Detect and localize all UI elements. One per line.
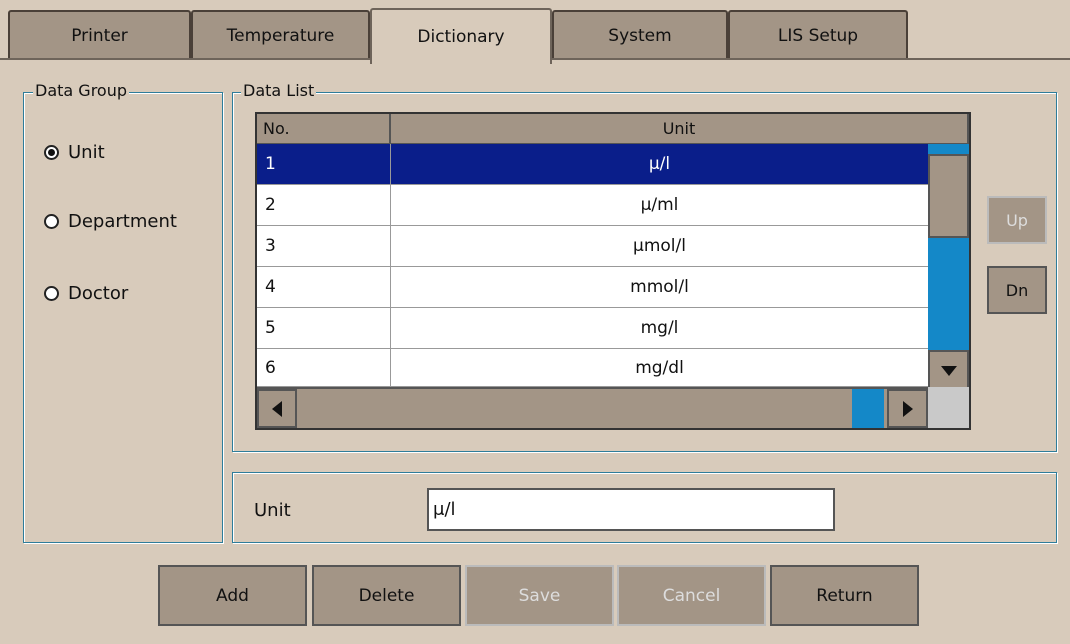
cell-unit: mmol/l xyxy=(630,277,689,297)
cell-no: 2 xyxy=(257,185,391,225)
scroll-down-button[interactable] xyxy=(928,350,969,392)
scroll-left-button[interactable] xyxy=(257,389,297,428)
horizontal-scrollbar[interactable] xyxy=(257,387,928,428)
tab-system[interactable]: System xyxy=(552,10,728,60)
scrollbar-corner xyxy=(928,387,969,428)
add-button[interactable]: Add xyxy=(158,565,307,626)
cell-no: 6 xyxy=(257,349,391,386)
vertical-scrollbar[interactable] xyxy=(928,144,969,392)
cell-no: 3 xyxy=(257,226,391,266)
arrow-right-icon xyxy=(902,400,913,417)
radio-selected-icon xyxy=(44,145,59,160)
cell-unit: μ/l xyxy=(648,154,671,174)
radio-empty-icon xyxy=(44,286,59,301)
cell-unit: mg/dl xyxy=(635,357,684,378)
tab-lis-setup[interactable]: LIS Setup xyxy=(728,10,908,60)
tab-printer[interactable]: Printer xyxy=(8,10,191,60)
cell-unit: mg/l xyxy=(640,318,679,338)
table-row[interactable]: 3 μmol/l xyxy=(257,226,928,267)
data-group-title: Data Group xyxy=(33,81,129,100)
data-list-title: Data List xyxy=(241,81,317,100)
table-row[interactable]: 1 μ/l xyxy=(257,144,928,185)
arrow-down-icon xyxy=(940,366,957,376)
scroll-right-button[interactable] xyxy=(887,389,928,428)
column-header-no[interactable]: No. xyxy=(257,114,391,144)
radio-department[interactable]: Department xyxy=(44,211,177,232)
down-button[interactable]: Dn xyxy=(987,266,1047,314)
cell-no: 1 xyxy=(257,144,391,184)
delete-button[interactable]: Delete xyxy=(312,565,461,626)
vertical-scroll-thumb[interactable] xyxy=(928,154,969,238)
unit-input[interactable]: μ/l xyxy=(427,488,835,531)
radio-department-label: Department xyxy=(68,211,177,232)
tab-temperature[interactable]: Temperature xyxy=(191,10,370,60)
radio-unit[interactable]: Unit xyxy=(44,142,105,163)
tab-dictionary[interactable]: Dictionary xyxy=(370,8,552,64)
column-header-unit[interactable]: Unit xyxy=(391,114,969,144)
table-row[interactable]: 5 mg/l xyxy=(257,308,928,349)
arrow-left-icon xyxy=(272,400,282,417)
cell-no: 4 xyxy=(257,267,391,307)
radio-empty-icon xyxy=(44,214,59,229)
radio-doctor-label: Doctor xyxy=(68,283,129,304)
cell-unit: μ/ml xyxy=(640,195,679,215)
table-row[interactable]: 6 mg/dl xyxy=(257,349,928,387)
radio-unit-label: Unit xyxy=(68,142,105,163)
save-button[interactable]: Save xyxy=(465,565,614,626)
cancel-button[interactable]: Cancel xyxy=(617,565,766,626)
radio-doctor[interactable]: Doctor xyxy=(44,283,128,304)
table-row[interactable]: 2 μ/ml xyxy=(257,185,928,226)
unit-field-label: Unit xyxy=(254,500,291,521)
up-button[interactable]: Up xyxy=(987,196,1047,244)
cell-unit: μmol/l xyxy=(633,236,686,256)
return-button[interactable]: Return xyxy=(770,565,919,626)
table-row[interactable]: 4 mmol/l xyxy=(257,267,928,308)
cell-no: 5 xyxy=(257,308,391,348)
data-table: No. Unit 1 μ/l 2 μ/ml 3 μmol/l 4 mmol/l … xyxy=(255,112,971,430)
horizontal-scroll-thumb[interactable] xyxy=(852,389,884,428)
